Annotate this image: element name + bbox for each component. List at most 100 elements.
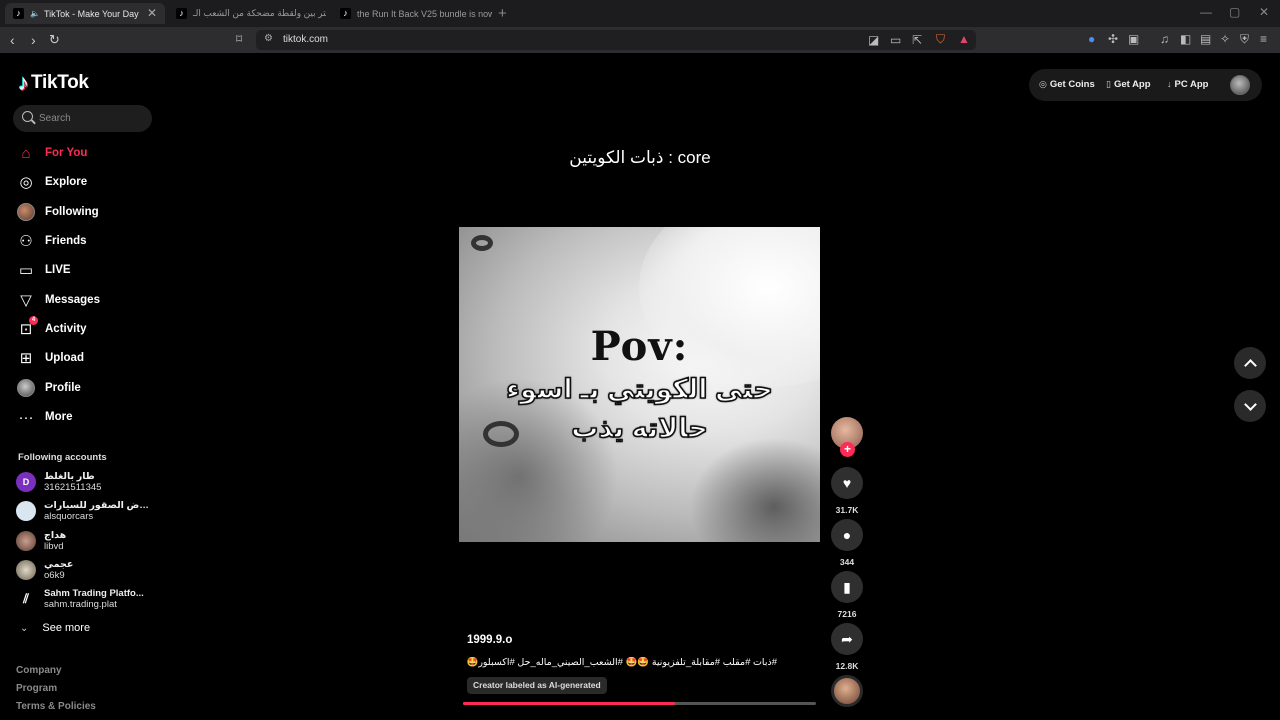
account-username: libvd <box>44 541 64 552</box>
tiktok-favicon-icon: ♪ <box>176 8 187 19</box>
nav-profile[interactable]: Profile <box>16 376 156 400</box>
pc-app-button[interactable]: ↓ PC App <box>1167 79 1208 90</box>
tiktok-note-icon: ♪ <box>18 70 29 95</box>
avatar: ⫽ <box>16 589 36 609</box>
footer-link-program[interactable]: Program <box>16 683 57 694</box>
like-button[interactable]: ♥ <box>831 467 863 499</box>
brave-shield-icon[interactable]: ⛉ <box>936 32 945 46</box>
nav-friends[interactable]: ⚇ Friends <box>16 229 156 253</box>
get-app-button[interactable]: ▯ Get App <box>1106 79 1151 90</box>
video-author[interactable]: 1999.9.o <box>467 634 512 646</box>
tiktok-logo[interactable]: ♪ TikTok <box>18 70 89 96</box>
follow-plus-icon[interactable]: + <box>840 442 855 457</box>
save-button[interactable]: ▮ <box>831 571 863 603</box>
nav-live[interactable]: ▭ LIVE <box>16 258 156 282</box>
nav-label: Friends <box>45 235 87 247</box>
nav-label: For You <box>45 147 88 159</box>
reload-icon[interactable]: ↻ <box>49 32 60 48</box>
search-input[interactable] <box>39 105 149 132</box>
forward-icon[interactable]: › <box>31 32 36 48</box>
get-coins-button[interactable]: ◎ Get Coins <box>1039 79 1095 90</box>
cast-icon[interactable]: ▭ <box>890 33 901 47</box>
following-account[interactable]: D طار بالغلط 31621511345 <box>16 468 156 496</box>
video-progress-bar[interactable] <box>463 702 816 705</box>
browser-tab-2[interactable]: ♪ مستر بين ولقطة مضحكة من الشعب الـ <box>168 3 326 24</box>
extensions-puzzle-icon[interactable]: ✣ <box>1108 32 1118 46</box>
video-title: ذبات الكويتين : core <box>569 148 711 167</box>
url-text[interactable]: tiktok.com <box>283 34 328 45</box>
music-disc-icon[interactable] <box>831 675 863 707</box>
account-username: 31621511345 <box>44 482 102 493</box>
media-icon[interactable]: ♫ <box>1160 32 1169 46</box>
profile-avatar[interactable] <box>1230 75 1250 95</box>
browser-tab-3[interactable]: ♪ the Run It Back V25 bundle is now av <box>332 3 492 24</box>
pc-app-label: PC App <box>1174 79 1209 90</box>
tiktok-wordmark: TikTok <box>31 72 89 93</box>
nav-label: LIVE <box>45 264 71 276</box>
coin-icon: ◎ <box>1039 79 1047 89</box>
video-overlay-pov: Pov: <box>590 323 689 370</box>
nav-explore[interactable]: ◎ Explore <box>16 170 156 194</box>
upload-icon: ⊞ <box>19 350 33 367</box>
video-progress-fill <box>463 702 675 705</box>
browser-tab-tiktok[interactable]: ♪ 🔈 TikTok - Make Your Day ✕ <box>5 3 165 24</box>
nav-activity[interactable]: ⊡ 4 Activity <box>16 316 156 341</box>
vpn-shield-icon[interactable]: ⛨ <box>1240 32 1249 46</box>
nav-more[interactable]: ··· More <box>16 405 156 429</box>
browser-tab-bar: ♪ 🔈 TikTok - Make Your Day ✕ ♪ مستر بين … <box>0 0 1280 27</box>
like-count: 31.7K <box>835 505 859 515</box>
search-box[interactable] <box>13 105 152 132</box>
nav-upload[interactable]: ⊞ Upload <box>16 346 156 370</box>
nav-for-you[interactable]: ⌂ For You <box>16 141 156 165</box>
tab-title: مستر بين ولقطة مضحكة من الشعب الـ <box>193 8 326 18</box>
search-icon[interactable] <box>22 111 33 122</box>
menu-icon[interactable]: ≡ <box>1260 32 1267 46</box>
footer-link-terms[interactable]: Terms & Policies <box>16 701 96 712</box>
compass-icon: ◎ <box>19 174 33 191</box>
sidebar-toggle-icon[interactable]: ◧ <box>1180 32 1191 46</box>
nav-following[interactable]: Following <box>16 200 156 224</box>
tab-search-icon[interactable]: ▣ <box>1128 32 1139 46</box>
get-coins-label: Get Coins <box>1049 79 1095 90</box>
next-video-button[interactable] <box>1234 390 1266 422</box>
brave-rewards-icon[interactable]: ▲ <box>958 32 970 46</box>
video-background <box>689 437 820 542</box>
new-tab-icon[interactable]: + <box>498 5 507 22</box>
activity-badge: 4 <box>29 316 38 325</box>
see-more-button[interactable]: ⌄ See more <box>20 622 90 634</box>
download-icon: ↓ <box>1167 79 1172 89</box>
chevron-down-icon: ⌄ <box>20 622 29 634</box>
comment-button[interactable]: ● <box>831 519 863 551</box>
close-window-icon[interactable]: ✕ <box>1259 5 1269 19</box>
bookmark-icon[interactable]: ⌑ <box>236 32 242 46</box>
back-icon[interactable]: ‹ <box>10 32 15 48</box>
site-info-icon[interactable]: ⚙ <box>264 33 273 44</box>
leo-ai-icon[interactable]: ✧ <box>1220 32 1230 46</box>
chevron-down-icon <box>1243 397 1257 411</box>
nav-messages[interactable]: ▽ Messages <box>16 288 156 312</box>
address-bar[interactable]: ⚙ tiktok.com ◪ ▭ ⇱ ⛉ ▲ <box>256 30 976 50</box>
share-count: 12.8K <box>835 661 859 671</box>
footer-link-company[interactable]: Company <box>16 665 62 676</box>
previous-video-button[interactable] <box>1234 347 1266 379</box>
tab-sound-icon[interactable]: 🔈 <box>30 9 40 18</box>
minimize-icon[interactable]: — <box>1200 5 1212 19</box>
share-button[interactable]: ➦ <box>831 623 863 655</box>
tiktok-page: ♪ TikTok ⌂ For You ◎ Explore Following ⚇… <box>0 53 1280 720</box>
wallet-icon[interactable]: ▤ <box>1200 32 1211 46</box>
close-tab-icon[interactable]: ✕ <box>147 6 157 20</box>
home-icon: ⌂ <box>21 144 31 162</box>
see-more-label: See more <box>42 622 91 634</box>
reader-mode-icon[interactable]: ◪ <box>868 33 879 47</box>
following-account[interactable]: عجمي o6k9 <box>16 556 156 584</box>
following-account[interactable]: هداج libvd <box>16 527 156 555</box>
share-icon[interactable]: ⇱ <box>912 33 922 47</box>
maximize-icon[interactable]: ▢ <box>1229 5 1240 19</box>
following-account[interactable]: ⫽ Sahm Trading Platfo... sahm.trading.pl… <box>16 585 156 613</box>
extension-icon[interactable]: ● <box>1088 32 1095 46</box>
profile-icon <box>16 378 36 398</box>
video-player[interactable]: Pov: حتى الكويتي بـ اسوء حالاته يذب <box>459 227 820 542</box>
tiktok-favicon-icon: ♪ <box>340 8 351 19</box>
sidebar: ♪ TikTok ⌂ For You ◎ Explore Following ⚇… <box>0 53 165 720</box>
following-account[interactable]: معرض الصقور للسيارات alsquorcars <box>16 497 156 525</box>
